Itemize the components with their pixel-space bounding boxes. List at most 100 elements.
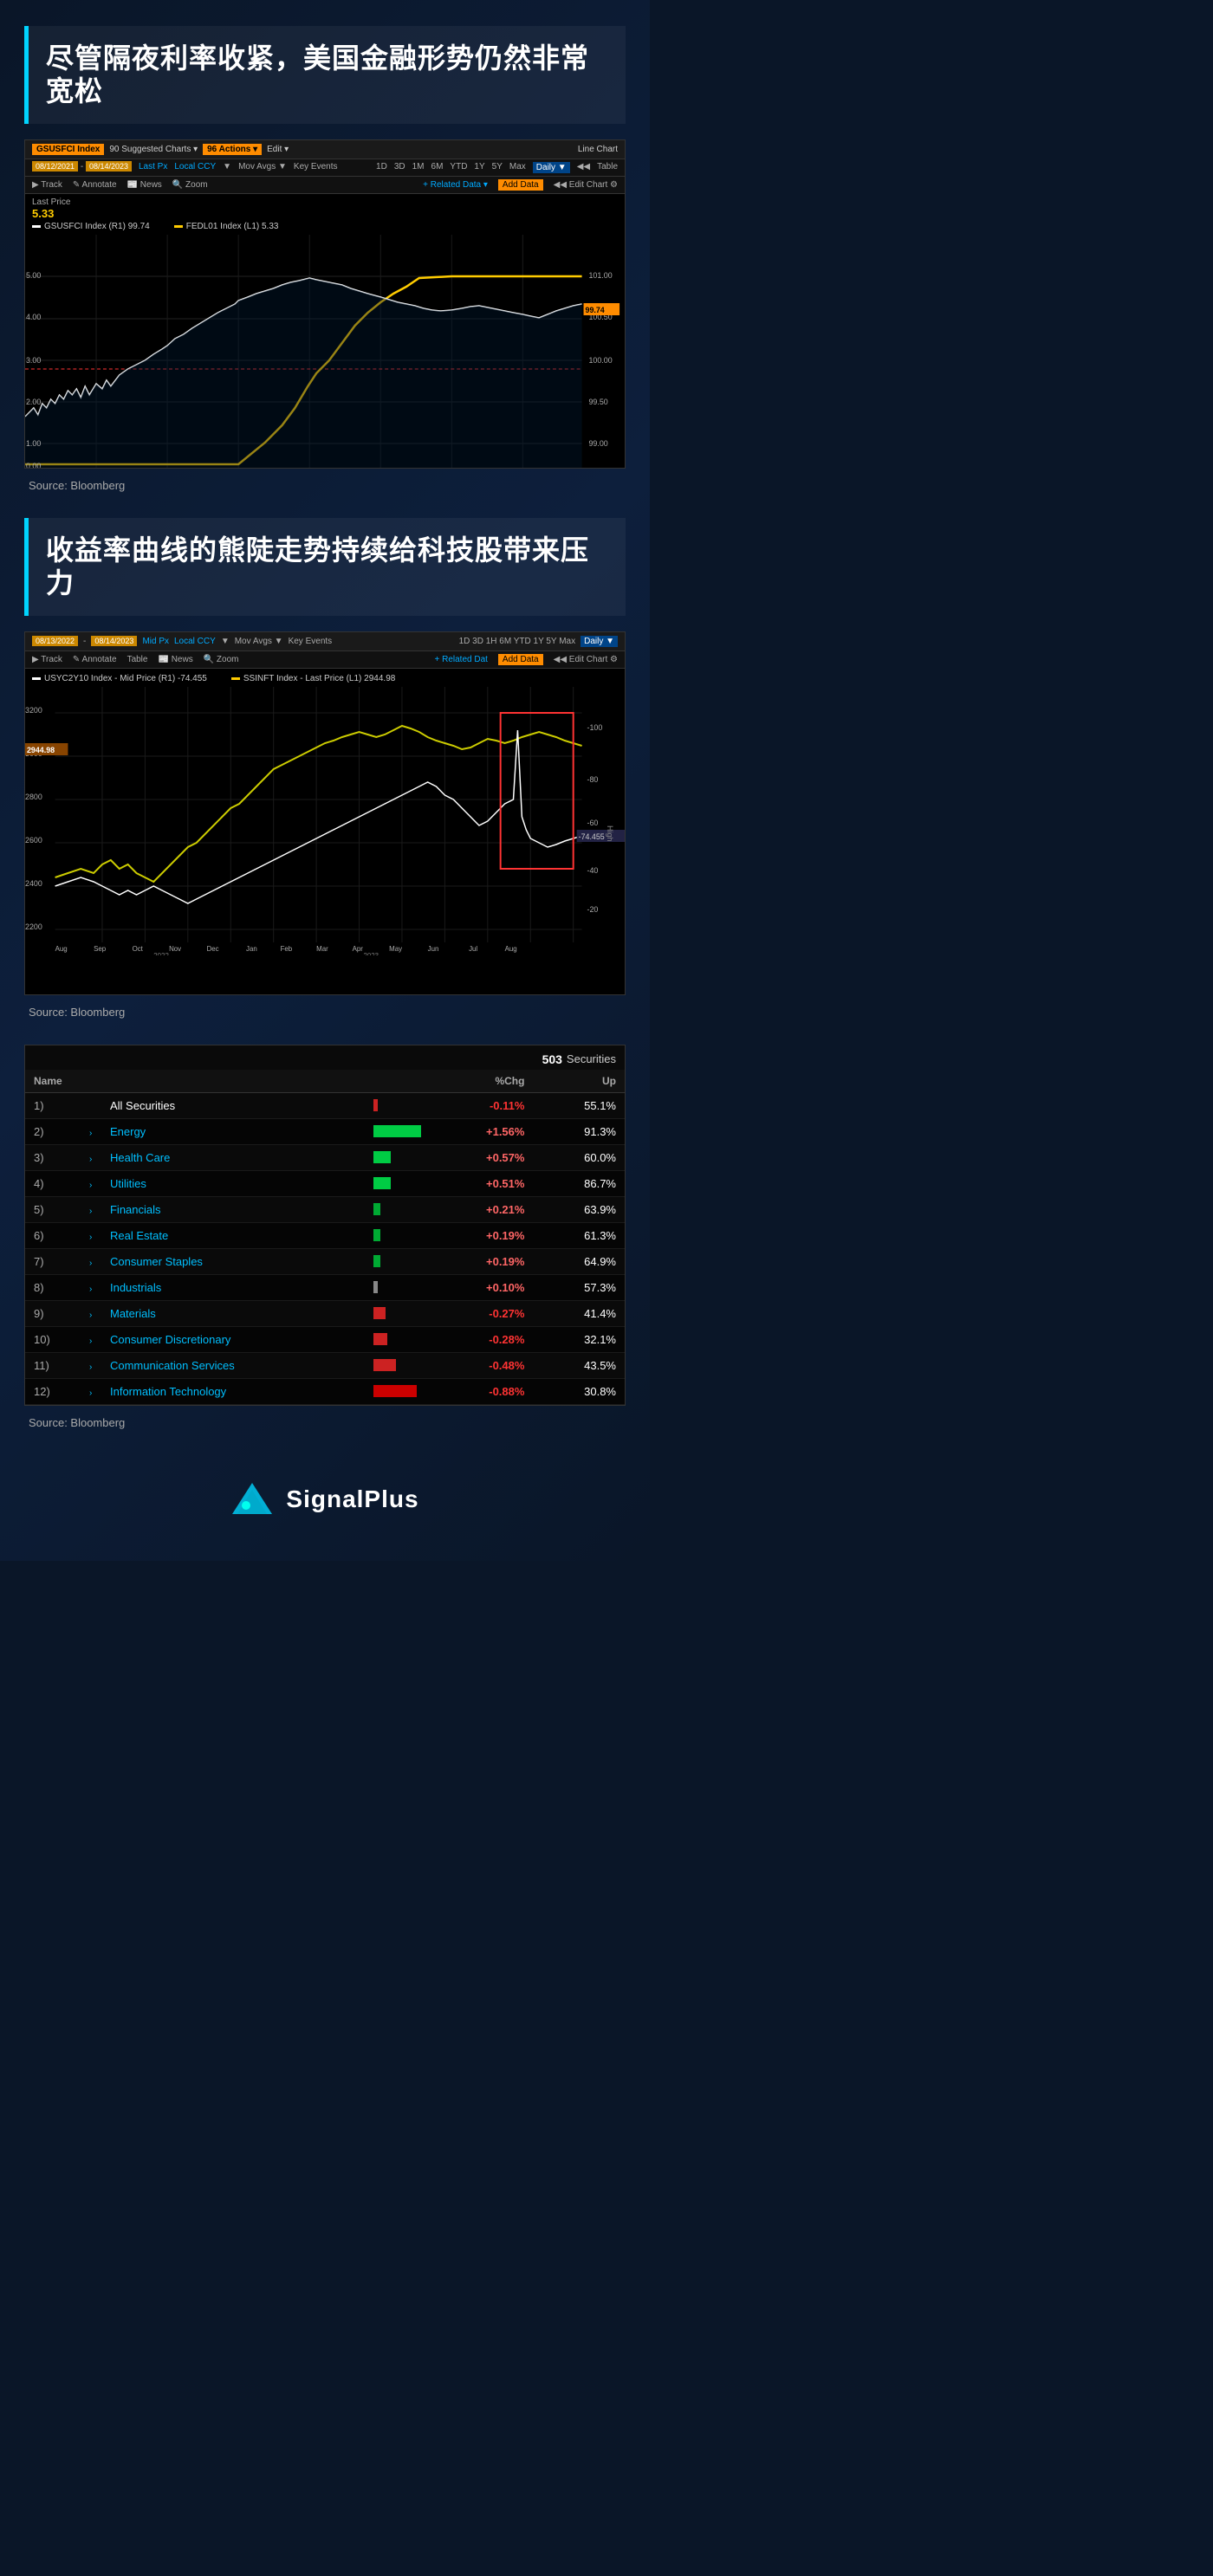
- row-name[interactable]: Energy: [101, 1118, 365, 1144]
- svg-text:Aug: Aug: [55, 945, 68, 953]
- securities-count: 503: [542, 1052, 562, 1066]
- svg-text:101.00: 101.00: [588, 271, 612, 280]
- row-arrow[interactable]: ›: [88, 1118, 101, 1144]
- section1-title: 尽管隔夜利率收紧，美国金融形势仍然非常宽松: [46, 42, 608, 108]
- svg-text:Oct: Oct: [133, 945, 144, 953]
- svg-text:-80: -80: [587, 775, 599, 784]
- svg-text:2400: 2400: [25, 879, 42, 888]
- row-name[interactable]: Materials: [101, 1300, 365, 1326]
- source2: Source: Bloomberg: [24, 1006, 626, 1019]
- chart2-svg: -74.455 3200 3000 2800 2600 2400 2200 29…: [25, 687, 625, 955]
- chart1-lastpx: Last Px: [139, 162, 167, 173]
- chart1-header: GSUSFCI Index 90 Suggested Charts ▾ 96 A…: [25, 140, 625, 159]
- svg-text:Sep: Sep: [94, 945, 107, 953]
- chart1-suggested: 90 Suggested Charts ▾: [109, 145, 198, 154]
- row-bar: [365, 1222, 430, 1248]
- row-arrow[interactable]: ›: [88, 1196, 101, 1222]
- row-number: 12): [25, 1378, 88, 1404]
- table-row: 8)›Industrials+0.10%57.3%: [25, 1274, 625, 1300]
- row-name[interactable]: Consumer Staples: [101, 1248, 365, 1274]
- chart1-type: Line Chart: [578, 145, 618, 154]
- row-up-pct: 55.1%: [533, 1092, 625, 1118]
- row-up-pct: 41.4%: [533, 1300, 625, 1326]
- svg-text:Nov: Nov: [169, 945, 181, 953]
- table-row: 3)›Health Care+0.57%60.0%: [25, 1144, 625, 1170]
- th-pctchg: %Chg: [430, 1070, 534, 1093]
- table-row: 6)›Real Estate+0.19%61.3%: [25, 1222, 625, 1248]
- table-header: 503 Securities: [25, 1045, 625, 1070]
- row-up-pct: 61.3%: [533, 1222, 625, 1248]
- row-pct-change: +0.51%: [430, 1170, 534, 1196]
- securities-table-container: 503 Securities Name %Chg Up 1)All Securi…: [24, 1045, 626, 1406]
- svg-text:-60: -60: [587, 819, 599, 827]
- chart1-actions-badge[interactable]: 96 Actions ▾: [203, 144, 262, 155]
- table-row: 5)›Financials+0.21%63.9%: [25, 1196, 625, 1222]
- row-name[interactable]: Real Estate: [101, 1222, 365, 1248]
- chart2-legend: USYC2Y10 Index - Mid Price (R1) -74.455 …: [25, 669, 625, 687]
- row-name[interactable]: Industrials: [101, 1274, 365, 1300]
- table-row: 11)›Communication Services-0.48%43.5%: [25, 1352, 625, 1378]
- chart2-toolbar: ▶ Track ✎ Annotate Table 📰 News 🔍 Zoom +…: [25, 651, 625, 669]
- page-wrapper: 尽管隔夜利率收紧，美国金融形势仍然非常宽松 GSUSFCI Index 90 S…: [0, 0, 650, 1561]
- row-name[interactable]: Financials: [101, 1196, 365, 1222]
- row-bar: [365, 1274, 430, 1300]
- row-name[interactable]: Utilities: [101, 1170, 365, 1196]
- toolbar-zoom[interactable]: 🔍 Zoom: [172, 180, 208, 190]
- chart1-edit[interactable]: Edit ▾: [267, 145, 289, 154]
- row-number: 7): [25, 1248, 88, 1274]
- chart2-area: -74.455 3200 3000 2800 2600 2400 2200 29…: [25, 687, 625, 955]
- row-up-pct: 30.8%: [533, 1378, 625, 1404]
- svg-text:Jun: Jun: [428, 945, 439, 953]
- svg-text:100.00: 100.00: [588, 356, 612, 365]
- row-arrow[interactable]: ›: [88, 1352, 101, 1378]
- row-name[interactable]: Information Technology: [101, 1378, 365, 1404]
- row-arrow[interactable]: ›: [88, 1248, 101, 1274]
- table-row: 12)›Information Technology-0.88%30.8%: [25, 1378, 625, 1404]
- row-number: 11): [25, 1352, 88, 1378]
- toolbar-annotate[interactable]: ✎ Annotate: [73, 180, 117, 190]
- row-name[interactable]: Communication Services: [101, 1352, 365, 1378]
- svg-text:2200: 2200: [25, 922, 42, 931]
- row-arrow[interactable]: ›: [88, 1378, 101, 1404]
- row-name[interactable]: Consumer Discretionary: [101, 1326, 365, 1352]
- row-number: 4): [25, 1170, 88, 1196]
- svg-text:2800: 2800: [25, 793, 42, 801]
- chart2-container: 08/13/2022 - 08/14/2023 Mid Px Local CCY…: [24, 631, 626, 995]
- svg-text:4.00: 4.00: [26, 313, 41, 321]
- chart1-svg: 101.00 100.50 100.00 99.50 99.00 99.74 5…: [25, 235, 625, 469]
- svg-text:May: May: [389, 945, 402, 953]
- row-pct-change: +0.10%: [430, 1274, 534, 1300]
- row-arrow[interactable]: ›: [88, 1170, 101, 1196]
- row-bar: [365, 1300, 430, 1326]
- row-arrow[interactable]: ›: [88, 1222, 101, 1248]
- toolbar-news[interactable]: 📰 News: [127, 180, 162, 190]
- row-bar: [365, 1378, 430, 1404]
- chart1-currency: Local CCY: [174, 162, 216, 173]
- row-arrow[interactable]: ›: [88, 1300, 101, 1326]
- row-up-pct: 32.1%: [533, 1326, 625, 1352]
- legend-value-yellow: 5.33: [32, 207, 54, 220]
- svg-text:3200: 3200: [25, 706, 42, 715]
- row-number: 8): [25, 1274, 88, 1300]
- chart1-legend: Last Price 5.33 GSUSFCI Index (R1) 99.74…: [25, 194, 625, 235]
- chart1-ticker: GSUSFCI Index: [32, 144, 104, 155]
- row-arrow[interactable]: ›: [88, 1274, 101, 1300]
- signalplus-icon: [230, 1481, 274, 1518]
- svg-text:2022: 2022: [153, 952, 169, 955]
- svg-text:Aug: Aug: [505, 945, 517, 953]
- row-arrow[interactable]: [88, 1092, 101, 1118]
- row-bar: [365, 1326, 430, 1352]
- row-bar: [365, 1196, 430, 1222]
- row-name[interactable]: All Securities: [101, 1092, 365, 1118]
- svg-text:2600: 2600: [25, 836, 42, 845]
- row-arrow[interactable]: ›: [88, 1326, 101, 1352]
- row-arrow[interactable]: ›: [88, 1144, 101, 1170]
- svg-text:99.74: 99.74: [586, 306, 605, 314]
- toolbar-track[interactable]: ▶ Track: [32, 180, 62, 190]
- chart1-date: 08/12/2021 - 08/14/2023: [32, 162, 132, 173]
- add-data-btn[interactable]: Add Data: [498, 179, 543, 191]
- svg-text:2.00: 2.00: [26, 398, 41, 406]
- svg-text:99.50: 99.50: [588, 398, 607, 406]
- row-up-pct: 91.3%: [533, 1118, 625, 1144]
- row-name[interactable]: Health Care: [101, 1144, 365, 1170]
